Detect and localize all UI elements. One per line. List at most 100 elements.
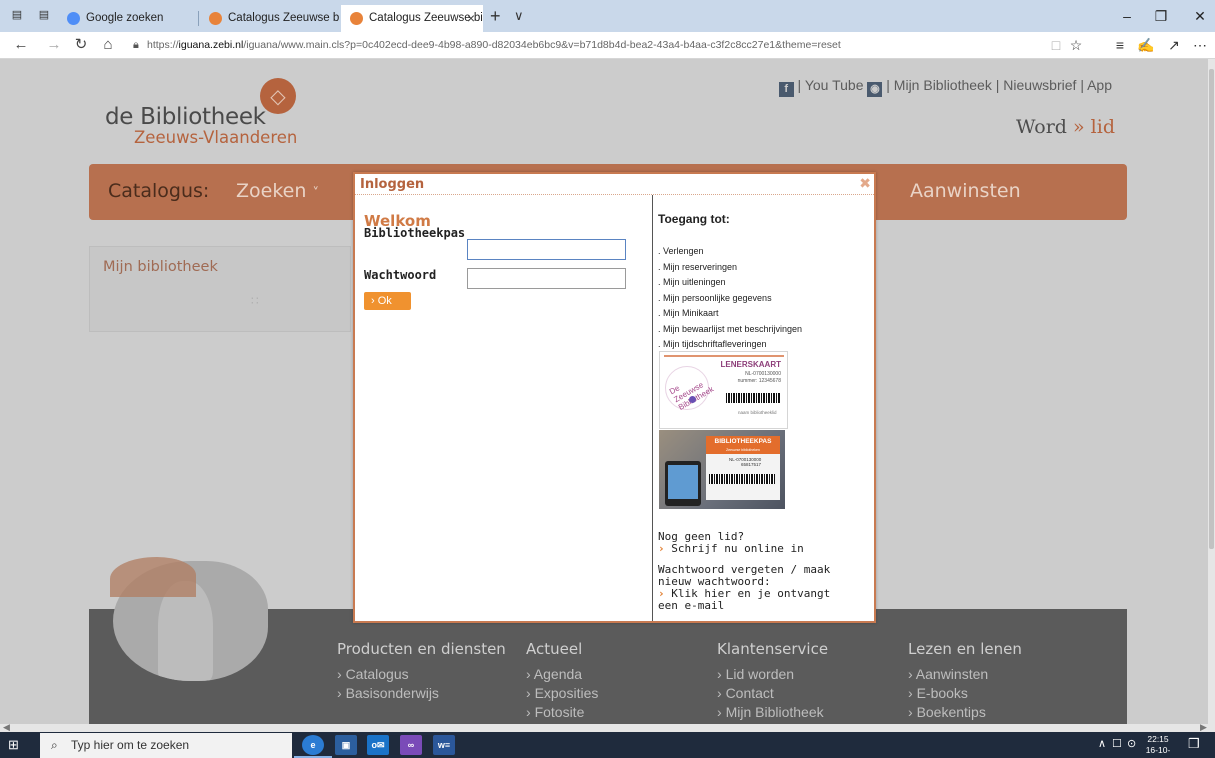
address-bar: ← → ↻ ⌂ 🔒︎ https://iguana.zebi.nl/iguana… [0,32,1215,59]
search-placeholder: Typ hier om te zoeken [71,738,190,752]
card-title: LENERSKAART [720,360,781,369]
tab-google[interactable]: Google zoeken [58,5,198,32]
aanwinsten-menu[interactable]: Aanwinsten [910,180,1021,202]
footer-link[interactable]: Mijn Bibliotheek [717,703,897,722]
scrollbar-thumb[interactable] [1209,69,1214,549]
card-footer-text: naam bibliotheeklid [738,410,777,415]
refresh-icon[interactable]: ↻ [71,35,91,55]
favorite-star-icon[interactable]: ☆ [1066,35,1086,55]
lenerskaart-image: De Zeeuwse Bibliotheek LENERSKAART NL-07… [659,351,788,429]
network-icon[interactable]: ☐ [1112,737,1122,751]
tab-actions-icon[interactable]: ▤ [10,9,24,21]
tab-separator [198,11,199,26]
card-number: NL-0700130000 [745,371,781,377]
forgot-text: nieuw wachtwoord: [658,575,771,588]
vertical-scrollbar[interactable] [1208,59,1215,724]
list-item: . Mijn bewaarlijst met beschrijvingen [658,323,803,334]
share-icon[interactable]: ↗ [1164,35,1184,55]
phone-icon [665,461,701,506]
barcode-icon [709,474,775,484]
reading-view-icon[interactable]: □ [1046,35,1066,55]
windows-start-icon[interactable]: ⊞ [8,738,19,752]
footer-link[interactable]: Catalogus [337,665,517,684]
close-icon[interactable]: ✖ [859,175,871,192]
close-window-button[interactable]: ✕ [1190,6,1210,26]
footer-column-klantenservice: Klantenservice Lid worden Contact Mijn B… [717,639,897,722]
card-number: 65817517 [741,462,762,467]
tab-list-chevron-icon[interactable]: ∨ [514,6,524,26]
list-item: . Mijn Minikaart [658,308,719,318]
wachtwoord-input[interactable] [467,268,626,289]
footer-column-producten: Producten en diensten Catalogus Basisond… [337,639,517,703]
facebook-icon[interactable]: f [778,82,794,97]
back-arrow-icon[interactable]: ← [11,35,31,55]
close-tab-icon[interactable]: × [467,5,475,32]
new-tab-button[interactable]: + [490,6,501,26]
zoeken-label: Zoeken [236,180,307,202]
column-divider [652,195,653,621]
store-icon[interactable]: ▣ [335,735,357,755]
footer-link[interactable]: Basisonderwijs [337,684,517,703]
app-link[interactable]: App [1087,77,1112,93]
chevron-right-icon: › [658,542,665,555]
site-logo[interactable]: de Bibliotheek Zeeuws-Vlaanderen [105,78,297,147]
clock[interactable]: 22:15 16-10-2019 [1137,734,1179,758]
url-field[interactable]: 🔒︎ https://iguana.zebi.nl/iguana/www.mai… [133,35,1063,56]
footer-link[interactable]: Agenda [526,665,706,684]
barcode-icon [726,393,780,403]
footer-title: Actueel [526,640,583,658]
list-item: . Verlengen [658,246,704,256]
zeeuwse-bibliotheek-logo: De Zeeuwse Bibliotheek [665,366,715,412]
footer-link[interactable]: Fotosite [526,703,706,722]
set-aside-tabs-icon[interactable]: ▤ [37,9,51,21]
footer-link[interactable]: Boekentips [908,703,1088,722]
forgot-password-link[interactable]: › Klik hier en je ontvangt [658,588,830,599]
mijn-bibliotheek-panel: Mijn bibliotheek ∷ [89,246,351,332]
card-badge: BIBLIOTHEEKPAS Zeeuwse bibliotheken [706,436,780,454]
instagram-icon[interactable]: ◉ [867,82,883,97]
ok-button[interactable]: › Ok [364,292,411,310]
nieuwsbrief-link[interactable]: Nieuwsbrief [1003,77,1076,93]
footer-link[interactable]: Contact [717,684,897,703]
dialog-header: Inloggen ✖ [355,174,874,195]
word-lid-link[interactable]: Word » lid [1016,116,1115,138]
library-tab-icon [209,12,222,25]
outlook-icon[interactable]: o✉ [367,735,389,755]
tab-catalogus-1[interactable]: Catalogus Zeeuwse biblioth [200,5,340,32]
card-accent-bar [664,355,784,357]
visual-studio-icon[interactable]: ∞ [400,735,422,755]
notification-icon[interactable]: ❒ [1188,737,1200,751]
url-host: iguana.zebi.nl [178,39,244,51]
footer-link[interactable]: Exposities [526,684,706,703]
web-note-icon[interactable]: ✍ [1136,35,1156,55]
url-prefix: https:// [147,39,179,51]
card-logo-text: De Zeeuwse Bibliotheek [667,380,716,412]
minimize-button[interactable]: – [1117,6,1137,26]
youtube-link[interactable]: You Tube [805,77,864,93]
maximize-button[interactable]: ❐ [1151,6,1171,26]
signup-link[interactable]: › Schrijf nu online in [658,543,804,554]
forgot-text: een e-mail [658,599,725,612]
footer-link[interactable]: Aanwinsten [908,665,1088,684]
zoeken-menu[interactable]: Zoeken ˅ [236,180,319,202]
home-icon[interactable]: ⌂ [98,35,118,55]
more-menu-icon[interactable]: ⋯ [1190,35,1210,55]
favorites-hub-icon[interactable]: ≡ [1110,35,1130,55]
mijn-bibliotheek-link[interactable]: Mijn Bibliotheek [894,77,992,93]
footer-column-lezen: Lezen en lenen Aanwinsten E-books Boeken… [908,639,1088,722]
wachtwoord-label: Wachtwoord [364,268,437,282]
edge-icon[interactable]: e [294,735,332,758]
tab-strip: ▤ ▤ Google zoeken Catalogus Zeeuwse bibl… [0,0,1215,32]
footer-link[interactable]: Lid worden [717,665,897,684]
word-icon[interactable]: w≡ [433,735,455,755]
footer-link[interactable]: E-books [908,684,1088,703]
footer-title: Lezen en lenen [908,640,1022,658]
forward-arrow-icon[interactable]: → [44,35,64,55]
dialog-title: Inloggen [360,177,425,192]
bibliotheekpas-input[interactable] [467,239,626,260]
tab-catalogus-2[interactable]: Catalogus Zeeuwse bibl × [341,5,483,32]
volume-icon[interactable]: ⊙ [1127,737,1136,751]
taskbar-search[interactable]: ⌕ Typ hier om te zoeken [40,733,292,758]
tray-chevron-icon[interactable]: ∧ [1098,737,1106,751]
horizontal-scrollbar[interactable]: ◀ ▶ [0,722,1215,732]
